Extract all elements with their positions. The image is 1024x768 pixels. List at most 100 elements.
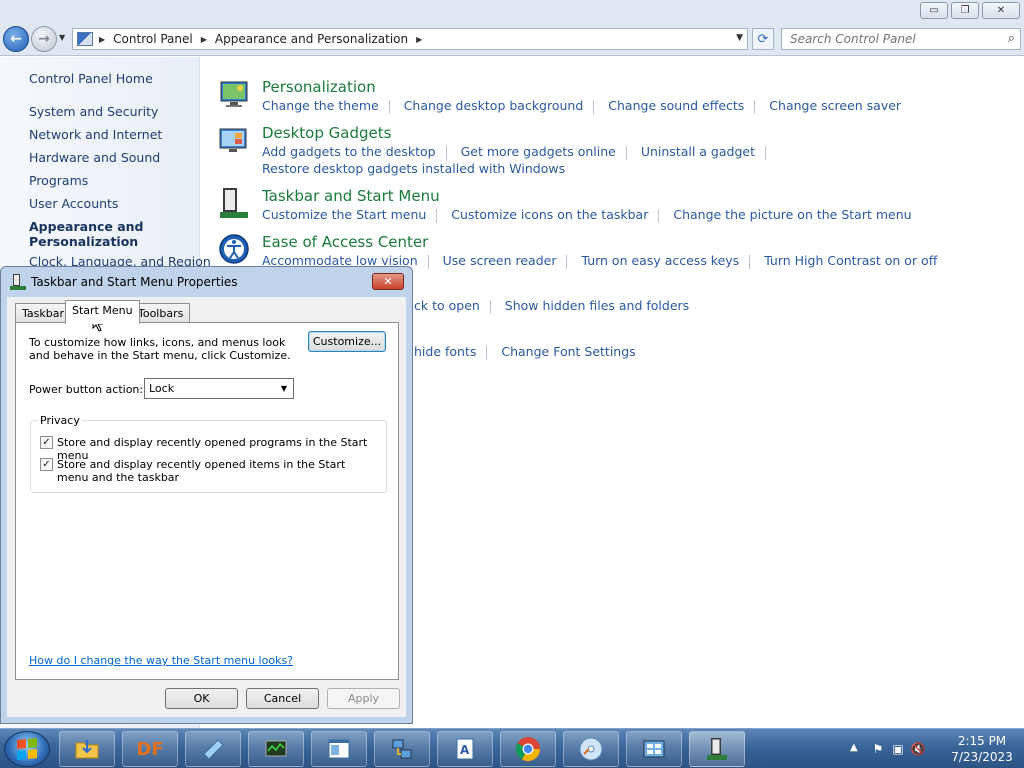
- link-uninstall-gadget[interactable]: Uninstall a gadget: [641, 144, 755, 159]
- category-title-personalization[interactable]: Personalization: [262, 78, 376, 96]
- sidebar-item-appearance: Appearance and Personalization: [29, 219, 144, 249]
- chevron-right-icon[interactable]: ▶: [99, 35, 105, 44]
- search-box[interactable]: ⌕: [781, 28, 1021, 50]
- chevron-down-icon[interactable]: ▼: [278, 382, 290, 395]
- sidebar-item-label: Personalization: [29, 234, 139, 249]
- sidebar-item-hardware[interactable]: Hardware and Sound: [29, 150, 160, 165]
- restore-button[interactable]: ❐: [951, 2, 979, 19]
- category-title-gadgets[interactable]: Desktop Gadgets: [262, 124, 391, 142]
- taskbar-icon: [220, 188, 248, 218]
- taskbar-app-window[interactable]: [311, 731, 367, 767]
- customize-button[interactable]: Customize...: [308, 331, 386, 352]
- tab-toolbars[interactable]: Toolbars: [131, 303, 191, 323]
- category-title-taskbar[interactable]: Taskbar and Start Menu: [262, 187, 440, 205]
- link-change-font-settings[interactable]: Change Font Settings: [501, 344, 635, 359]
- link-change-background[interactable]: Change desktop background: [404, 98, 584, 113]
- control-panel-home-link[interactable]: Control Panel Home: [29, 71, 153, 86]
- breadcrumb-control-panel[interactable]: Control Panel: [113, 32, 193, 46]
- taskbar-explorer[interactable]: [59, 731, 115, 767]
- checkmark-icon: ✓: [42, 459, 51, 470]
- taskbar-properties-icon: [707, 738, 727, 760]
- arrow-right-icon: →: [38, 31, 50, 47]
- taskbar-wordpad[interactable]: A: [437, 731, 493, 767]
- intro-text: To customize how links, icons, and menus…: [29, 336, 291, 362]
- back-button[interactable]: ←: [3, 26, 29, 52]
- taskbar-network[interactable]: [374, 731, 430, 767]
- checkbox-items[interactable]: ✓: [40, 458, 53, 471]
- close-button[interactable]: ✕: [982, 2, 1020, 19]
- checkmark-icon: ✓: [42, 437, 51, 448]
- folder-icon: [75, 740, 99, 759]
- link-hide-fonts[interactable]: hide fonts: [414, 344, 476, 359]
- link-customize-icons[interactable]: Customize icons on the taskbar: [451, 207, 648, 222]
- refresh-button[interactable]: ⟳: [752, 28, 774, 50]
- power-button-value: Lock: [149, 382, 175, 395]
- sidebar-item-system-security[interactable]: System and Security: [29, 104, 158, 119]
- link-screen-reader[interactable]: Use screen reader: [443, 253, 557, 268]
- disc-icon: [579, 737, 603, 761]
- help-link[interactable]: How do I change the way the Start menu l…: [29, 654, 293, 667]
- arrow-left-icon: ←: [10, 31, 22, 47]
- tab-start-menu[interactable]: Start Menu: [65, 300, 140, 324]
- ok-button[interactable]: OK: [165, 688, 238, 709]
- taskbar-df[interactable]: DF: [122, 731, 178, 767]
- link-change-screensaver[interactable]: Change screen saver: [769, 98, 901, 113]
- taskbar-taskbar-properties[interactable]: [689, 731, 745, 767]
- power-button-select[interactable]: Lock ▼: [144, 378, 294, 399]
- link-change-theme[interactable]: Change the theme: [262, 98, 379, 113]
- taskbar-control-panel[interactable]: [626, 731, 682, 767]
- sidebar-item-network[interactable]: Network and Internet: [29, 127, 162, 142]
- dialog-close-button[interactable]: ✕: [372, 273, 404, 290]
- link-change-picture[interactable]: Change the picture on the Start menu: [673, 207, 911, 222]
- sidebar-item-label: Appearance and: [29, 219, 144, 234]
- link-high-contrast[interactable]: Turn High Contrast on or off: [764, 253, 937, 268]
- search-input[interactable]: [790, 32, 990, 46]
- link-customize-start[interactable]: Customize the Start menu: [262, 207, 426, 222]
- chevron-right-icon[interactable]: ▶: [416, 35, 422, 44]
- address-dropdown-icon[interactable]: ▼: [736, 33, 743, 43]
- action-center-icon[interactable]: ⚑: [870, 741, 886, 757]
- cancel-button[interactable]: Cancel: [246, 688, 319, 709]
- chrome-icon: [515, 737, 540, 762]
- tab-taskbar[interactable]: Taskbar: [15, 303, 71, 323]
- link-more-gadgets[interactable]: Get more gadgets online: [461, 144, 616, 159]
- breadcrumb-appearance[interactable]: Appearance and Personalization: [215, 32, 408, 46]
- taskbar-media[interactable]: [563, 731, 619, 767]
- chevron-right-icon[interactable]: ▶: [201, 35, 207, 44]
- window-titlebar: ▭ ❐ ✕: [0, 0, 1024, 24]
- recent-pages-dropdown[interactable]: ▼: [59, 33, 65, 42]
- address-box[interactable]: ▶ Control Panel ▶ Appearance and Persona…: [72, 28, 748, 50]
- link-restore-gadgets[interactable]: Restore desktop gadgets installed with W…: [262, 161, 565, 176]
- sidebar-item-programs[interactable]: Programs: [29, 173, 88, 188]
- taskbar-task-manager[interactable]: [248, 731, 304, 767]
- clock-time: 2:15 PM: [957, 734, 1007, 748]
- start-button[interactable]: [4, 731, 50, 767]
- sidebar-item-user-accounts[interactable]: User Accounts: [29, 196, 118, 211]
- link-access-keys[interactable]: Turn on easy access keys: [581, 253, 739, 268]
- apply-button: Apply: [327, 688, 400, 709]
- taskbar-chrome[interactable]: [500, 731, 556, 767]
- minimize-button[interactable]: ▭: [920, 2, 948, 19]
- show-hidden-icons-icon[interactable]: ▲: [850, 742, 858, 753]
- task-manager-icon: [265, 740, 287, 757]
- forward-button[interactable]: →: [31, 26, 57, 52]
- category-title-ease[interactable]: Ease of Access Center: [262, 233, 428, 251]
- windows-logo-icon: [17, 738, 37, 760]
- taskbar-notepad[interactable]: [185, 731, 241, 767]
- power-button-label: Power button action:: [29, 383, 144, 396]
- search-icon[interactable]: ⌕: [1008, 31, 1015, 46]
- clock[interactable]: 2:15 PM 7/23/2023: [947, 733, 1017, 765]
- link-click-to-open[interactable]: ck to open: [414, 298, 480, 313]
- personalization-links: Change the theme Change desktop backgrou…: [262, 98, 901, 114]
- checkbox-row-items[interactable]: ✓ Store and display recently opened item…: [40, 458, 380, 484]
- link-change-sound[interactable]: Change sound effects: [608, 98, 744, 113]
- network-tray-icon[interactable]: ▣: [890, 741, 906, 757]
- checkbox-programs[interactable]: ✓: [40, 436, 53, 449]
- control-panel-icon: [77, 32, 93, 46]
- link-show-hidden-files[interactable]: Show hidden files and folders: [505, 298, 689, 313]
- volume-muted-icon[interactable]: 🔇: [910, 741, 926, 757]
- taskbar-properties-dialog: Taskbar and Start Menu Properties ✕ Task…: [0, 266, 413, 724]
- control-panel-icon: [643, 740, 665, 758]
- privacy-group: Privacy ✓ Store and display recently ope…: [30, 414, 387, 493]
- link-add-gadgets[interactable]: Add gadgets to the desktop: [262, 144, 436, 159]
